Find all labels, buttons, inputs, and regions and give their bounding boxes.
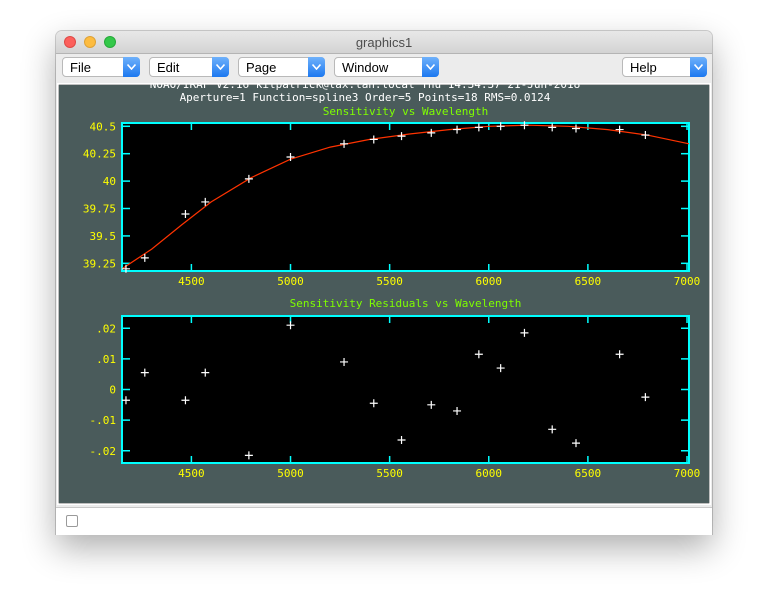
y-tick-label: 40.25: [83, 148, 116, 161]
chevron-down-icon: [422, 57, 439, 77]
page-menu[interactable]: Page: [238, 57, 325, 77]
x-tick-label: 7000: [674, 467, 701, 480]
y-tick-label: .01: [96, 353, 116, 366]
plot-header-line1: NOAO/IRAF V2.16 kilpatrick@lax.lan.local…: [150, 83, 580, 91]
file-menu[interactable]: File: [62, 57, 140, 77]
chevron-down-icon: [123, 57, 140, 77]
chart-title: Sensitivity vs Wavelength: [323, 105, 489, 118]
x-tick-label: 7000: [674, 275, 701, 288]
graphics-window: graphics1 File Edit Page Window Help NOA…: [56, 31, 712, 535]
y-tick-label: 39.5: [90, 230, 117, 243]
chevron-down-icon: [308, 57, 325, 77]
x-tick-label: 5000: [277, 467, 304, 480]
plot-header-line2: Aperture=1 Function=spline3 Order=5 Poin…: [180, 91, 551, 104]
help-menu[interactable]: Help: [622, 57, 707, 77]
title-bar[interactable]: graphics1: [56, 31, 712, 54]
y-tick-label: .02: [96, 322, 116, 335]
edit-menu[interactable]: Edit: [149, 57, 229, 77]
chart-2: Sensitivity Residuals vs Wavelength 4500 5…: [90, 297, 701, 480]
x-tick-label: 4500: [178, 275, 205, 288]
x-tick-label: 6000: [476, 275, 503, 288]
status-bar: [56, 507, 712, 535]
x-tick-label: 5500: [376, 275, 403, 288]
y-tick-label: 39.75: [83, 203, 116, 216]
plot-canvas[interactable]: NOAO/IRAF V2.16 kilpatrick@lax.lan.local…: [57, 83, 711, 505]
y-tick-label: 40.5: [90, 120, 117, 133]
chart-1: Sensitivity vs Wavelength 4500 5000 5500 600…: [83, 105, 700, 288]
y-tick-label: 40: [103, 175, 116, 188]
x-tick-label: 6500: [575, 467, 602, 480]
window-menu[interactable]: Window: [334, 57, 439, 77]
y-tick-label: 39.25: [83, 257, 116, 270]
file-menu-label: File: [70, 60, 91, 75]
menu-bar: File Edit Page Window Help: [56, 54, 712, 82]
status-checkbox[interactable]: [66, 515, 78, 527]
x-tick-label: 6000: [476, 467, 503, 480]
y-tick-label: -.01: [90, 414, 117, 427]
page-menu-label: Page: [246, 60, 277, 75]
x-tick-label: 5000: [277, 275, 304, 288]
window-menu-label: Window: [342, 60, 389, 75]
window-title: graphics1: [355, 35, 413, 50]
x-tick-label: 5500: [376, 467, 403, 480]
y-tick-label: 0: [109, 384, 116, 397]
x-tick-label: 4500: [178, 467, 205, 480]
y-tick-label: -.02: [90, 445, 117, 458]
chevron-down-icon: [690, 57, 707, 77]
plot-area[interactable]: NOAO/IRAF V2.16 kilpatrick@lax.lan.local…: [57, 83, 711, 505]
axes-box: [121, 315, 690, 464]
chevron-down-icon: [212, 57, 229, 77]
axes-box: [121, 122, 690, 272]
chart-title: Sensitivity Residuals vs Wavelength: [290, 297, 522, 310]
help-menu-label: Help: [630, 60, 657, 75]
edit-menu-label: Edit: [157, 60, 180, 75]
x-tick-label: 6500: [575, 275, 602, 288]
